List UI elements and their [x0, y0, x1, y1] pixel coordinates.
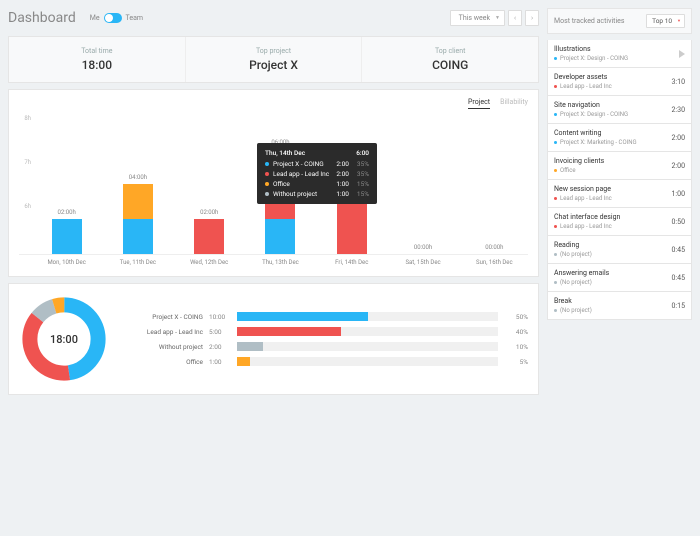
activities-header: Most tracked activities Top 10 [547, 8, 692, 34]
activity-row[interactable]: IllustrationsProject X: Design - COING [547, 40, 692, 68]
activities-top-dropdown[interactable]: Top 10 [646, 14, 685, 28]
activity-row[interactable]: Reading(No project)0:45 [547, 236, 692, 264]
breakdown-bars: Project X - COING10:0050% Lead app - Lead… [123, 294, 528, 384]
tab-project[interactable]: Project [468, 98, 490, 109]
stacked-bar-chart: 8h7h6h Thu, 14th Dec 6:00 Project X - CO… [19, 115, 528, 255]
activity-row[interactable]: Site navigationProject X: Design - COING… [547, 96, 692, 124]
breakdown-card: 18:00 Project X - COING10:0050% Lead app … [8, 283, 539, 395]
prev-week-button[interactable]: ‹ [508, 10, 522, 26]
breakdown-row: Project X - COING10:0050% [123, 312, 528, 321]
main-chart-card: Project Billability 8h7h6h Thu, 14th Dec… [8, 89, 539, 277]
activity-row[interactable]: Break(No project)0:15 [547, 292, 692, 320]
play-icon[interactable] [679, 50, 685, 58]
donut-chart: 18:00 [19, 294, 109, 384]
summary-top-project: Top project Project X [186, 37, 363, 82]
donut-center-value: 18:00 [19, 294, 109, 384]
breakdown-row: Without project2:0010% [123, 342, 528, 351]
breakdown-row: Lead app - Lead Inc5:0040% [123, 327, 528, 336]
bar-col[interactable]: 04:00h [104, 184, 171, 254]
bar-col[interactable]: 02:00h [33, 219, 100, 254]
me-team-toggle[interactable] [104, 13, 122, 23]
toggle-label-me: Me [90, 14, 100, 22]
page-title: Dashboard [8, 10, 76, 26]
next-week-button[interactable]: › [525, 10, 539, 26]
page-header: Dashboard Me Team This week ‹ › [8, 8, 539, 30]
summary-total-time: Total time 18:00 [9, 37, 186, 82]
time-range-dropdown[interactable]: This week [450, 10, 505, 26]
summary-row: Total time 18:00 Top project Project X T… [8, 36, 539, 83]
chart-tooltip: Thu, 14th Dec 6:00 Project X - COING2:00… [257, 143, 377, 204]
activity-row[interactable]: Developer assetsLead app - Lead Inc3:10 [547, 68, 692, 96]
tooltip-title: Thu, 14th Dec [265, 149, 305, 157]
activity-row[interactable]: New session pageLead app - Lead Inc1:00 [547, 180, 692, 208]
tab-billability[interactable]: Billability [500, 98, 528, 109]
bar-col[interactable]: 02:00h [176, 219, 243, 254]
breakdown-row: Office1:005% [123, 357, 528, 366]
activity-row[interactable]: Chat interface designLead app - Lead Inc… [547, 208, 692, 236]
activity-row[interactable]: Content writingProject X: Marketing - CO… [547, 124, 692, 152]
tooltip-total: 6:00 [356, 149, 369, 157]
activity-row[interactable]: Answering emails(No project)0:45 [547, 264, 692, 292]
activities-title: Most tracked activities [554, 17, 625, 25]
activity-row[interactable]: Invoicing clientsOffice2:00 [547, 152, 692, 180]
summary-top-client: Top client COING [362, 37, 538, 82]
toggle-label-team: Team [126, 14, 144, 22]
